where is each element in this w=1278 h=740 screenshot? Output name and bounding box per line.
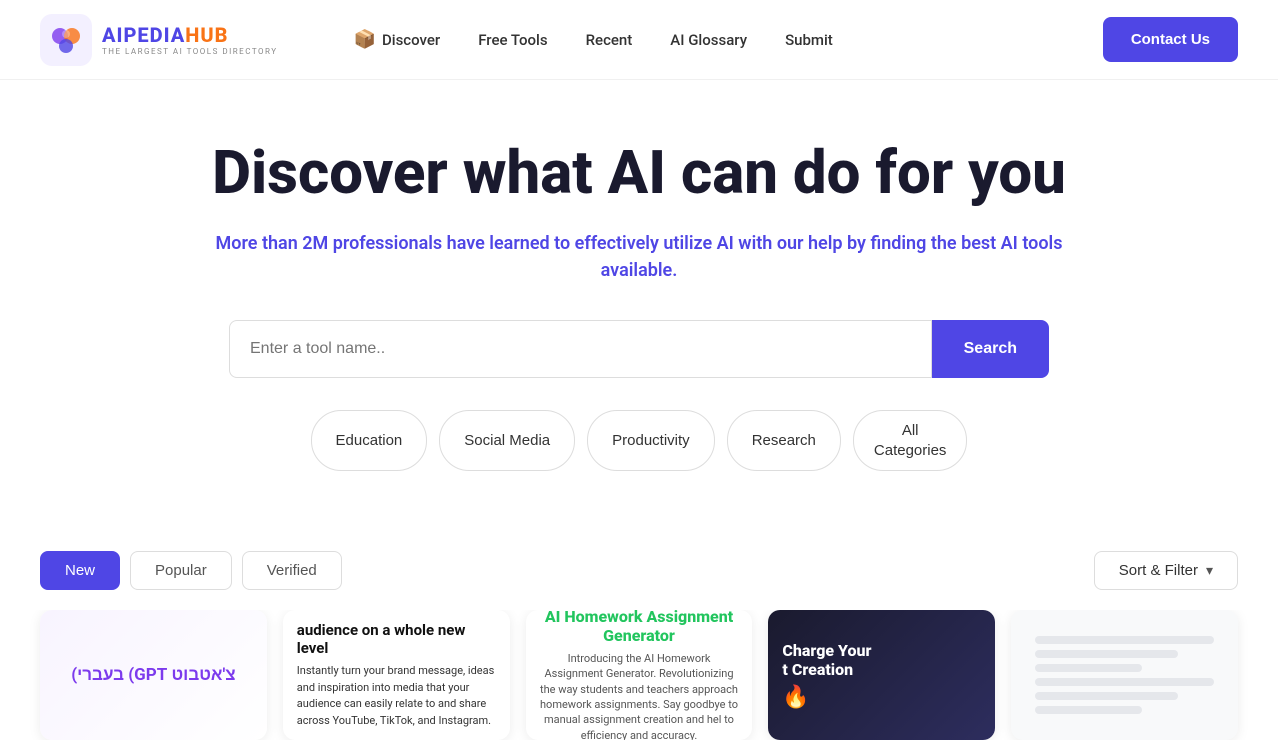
preview-line-2 bbox=[1035, 650, 1178, 658]
logo-text: AIPEDIAHUB THE LARGEST AI TOOLS DIRECTOR… bbox=[102, 23, 278, 56]
category-pill-research[interactable]: Research bbox=[727, 410, 841, 471]
card-2-title: audience on a whole new level bbox=[297, 621, 496, 657]
preview-line-3 bbox=[1035, 664, 1142, 672]
logo-name: AIPEDIAHUB bbox=[102, 23, 278, 47]
category-pill-all[interactable]: AllCategories bbox=[853, 410, 968, 471]
nav-item-discover[interactable]: 📦 Discover bbox=[338, 21, 457, 58]
preview-line-4 bbox=[1035, 678, 1214, 686]
sort-filter-button[interactable]: Sort & Filter ▾ bbox=[1094, 551, 1238, 590]
search-button[interactable]: Search bbox=[932, 320, 1049, 378]
card-2-text: Instantly turn your brand message, ideas… bbox=[297, 663, 496, 729]
chevron-down-icon: ▾ bbox=[1206, 562, 1213, 579]
tool-card-5[interactable] bbox=[1011, 610, 1238, 740]
card-3-text: Introducing the AI Homework Assignment G… bbox=[540, 651, 739, 740]
preview-line-6 bbox=[1035, 706, 1142, 714]
card-4-emoji: 🔥 bbox=[782, 685, 981, 710]
category-pill-social-media[interactable]: Social Media bbox=[439, 410, 575, 471]
category-pills: Education Social Media Productivity Rese… bbox=[40, 410, 1238, 471]
filter-tab-verified[interactable]: Verified bbox=[242, 551, 342, 590]
filter-tabs: New Popular Verified bbox=[40, 551, 342, 590]
logo-icon bbox=[40, 14, 92, 66]
tool-card-4[interactable]: Charge Your t Creation 🔥 bbox=[768, 610, 995, 740]
preview-line-5 bbox=[1035, 692, 1178, 700]
logo-subtitle: THE LARGEST AI TOOLS DIRECTORY bbox=[102, 47, 278, 56]
box-icon: 📦 bbox=[354, 29, 376, 50]
hero-subtitle: More than 2M professionals have learned … bbox=[189, 230, 1089, 284]
filter-tab-new[interactable]: New bbox=[40, 551, 120, 590]
tool-card-3[interactable]: AI Homework Assignment Generator Introdu… bbox=[526, 610, 753, 740]
header: AIPEDIAHUB THE LARGEST AI TOOLS DIRECTOR… bbox=[0, 0, 1278, 80]
sort-filter-label: Sort & Filter bbox=[1119, 562, 1198, 579]
main-nav: 📦 Discover Free Tools Recent AI Glossary… bbox=[338, 21, 849, 58]
search-bar: Search bbox=[229, 320, 1049, 378]
logo[interactable]: AIPEDIAHUB THE LARGEST AI TOOLS DIRECTOR… bbox=[40, 14, 278, 66]
hero-title: Discover what AI can do for you bbox=[40, 140, 1238, 206]
nav-item-recent[interactable]: Recent bbox=[570, 23, 649, 57]
tool-card-1[interactable]: צ'אטבוט GPT) בעברי) bbox=[40, 610, 267, 740]
card-4-title-line1: Charge Your bbox=[782, 641, 981, 660]
card-1-text: צ'אטבוט GPT) בעברי) bbox=[54, 665, 253, 685]
nav-item-ai-glossary[interactable]: AI Glossary bbox=[654, 23, 763, 57]
tool-card-2[interactable]: audience on a whole new level Instantly … bbox=[283, 610, 510, 740]
search-input[interactable] bbox=[229, 320, 932, 378]
cards-row: צ'אטבוט GPT) בעברי) audience on a whole … bbox=[0, 610, 1278, 740]
nav-item-submit[interactable]: Submit bbox=[769, 23, 849, 57]
contact-us-button[interactable]: Contact Us bbox=[1103, 17, 1238, 62]
card-5-preview bbox=[1025, 626, 1224, 724]
card-4-title-line2: t Creation bbox=[782, 660, 981, 679]
filter-row: New Popular Verified Sort & Filter ▾ bbox=[0, 551, 1278, 590]
filter-tab-popular[interactable]: Popular bbox=[130, 551, 232, 590]
category-pill-productivity[interactable]: Productivity bbox=[587, 410, 715, 471]
category-pill-education[interactable]: Education bbox=[311, 410, 428, 471]
nav-item-free-tools[interactable]: Free Tools bbox=[462, 23, 563, 57]
preview-line-1 bbox=[1035, 636, 1214, 644]
card-3-title: AI Homework Assignment Generator bbox=[540, 610, 739, 645]
hero-section: Discover what AI can do for you More tha… bbox=[0, 80, 1278, 551]
